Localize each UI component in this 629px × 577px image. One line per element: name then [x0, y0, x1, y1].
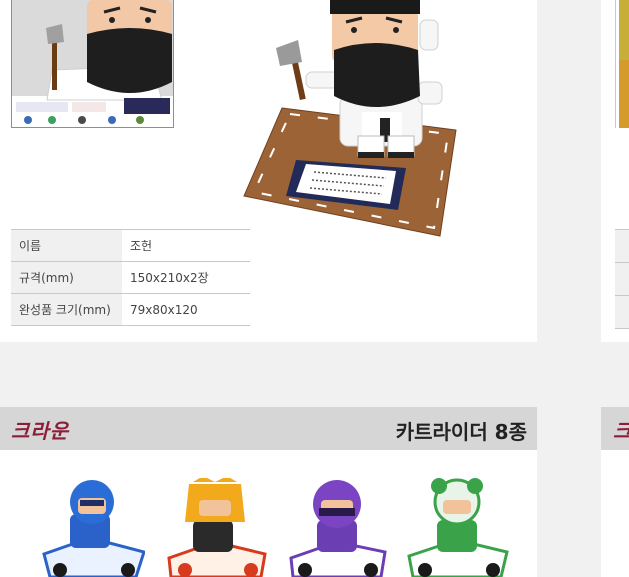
adjacent-section-header: 크 [601, 407, 629, 450]
spec-key: 완성품 크기(mm) [11, 293, 122, 326]
axe-icon [276, 40, 306, 101]
adjacent-product-thumbnail[interactable] [615, 0, 629, 128]
table-row: 이름 조헌 [11, 229, 250, 262]
table-row: 규격(mm) 150x210x2장 [11, 261, 250, 294]
kart-racer-blue-image[interactable] [40, 478, 145, 577]
spec-value: 79x80x120 [122, 293, 250, 326]
section-header: 크라운 카트라이더 8종 [0, 407, 537, 450]
spec-value: 150x210x2장 [122, 261, 250, 294]
table-row: 완성품 크기(mm) 79x80x120 [11, 293, 250, 326]
papercraft-figure-image [243, 0, 457, 237]
poster-illustration [12, 0, 173, 127]
kart-racer-green-image[interactable] [405, 478, 510, 577]
section-title: 카트라이더 8종 [395, 420, 527, 444]
spec-value: 조헌 [122, 229, 250, 262]
spec-key: 규격(mm) [11, 261, 122, 294]
kart-racer-purple-image[interactable] [285, 478, 390, 577]
brand-name[interactable]: 크라운 [11, 415, 69, 444]
adjacent-spec-table [615, 229, 629, 329]
spec-table: 이름 조헌 규격(mm) 150x210x2장 완성품 크기(mm) 79x80… [11, 229, 250, 326]
spec-key: 이름 [11, 229, 122, 262]
product-poster-thumbnail[interactable] [11, 0, 174, 128]
adjacent-brand-name[interactable]: 크 [613, 415, 629, 444]
adjacent-products-panel [601, 450, 629, 577]
kart-racer-yellow-image[interactable] [163, 478, 268, 577]
